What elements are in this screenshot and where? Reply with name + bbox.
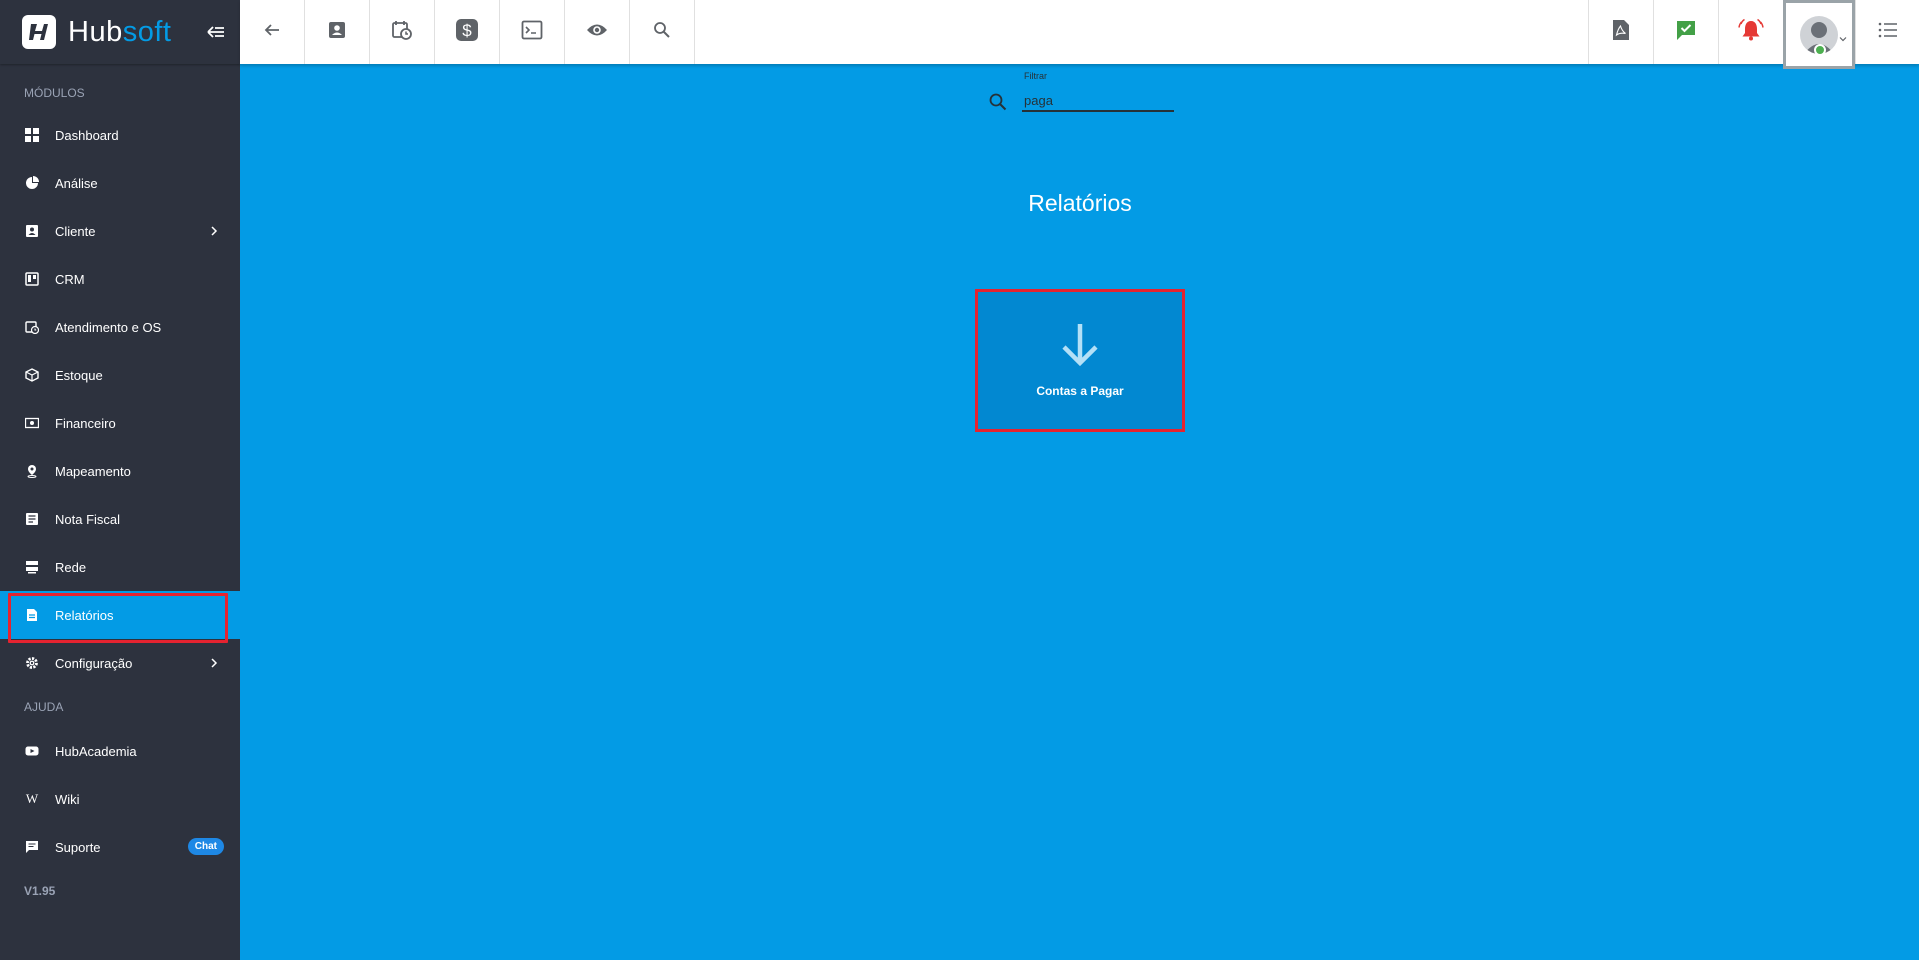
sidebar-item-label: Atendimento e OS (55, 319, 162, 335)
package-icon (24, 367, 40, 383)
collapse-sidebar-icon[interactable] (206, 22, 226, 42)
sidebar-item-nota-fiscal[interactable]: Nota Fiscal (0, 495, 240, 543)
report-icon (24, 607, 40, 623)
chevron-right-icon (206, 223, 222, 239)
search-button[interactable] (630, 0, 695, 64)
section-help: AJUDA (24, 700, 64, 714)
youtube-icon (24, 743, 40, 759)
finance-button[interactable]: $ (435, 0, 500, 64)
page-title: Relatórios (1028, 190, 1132, 216)
chat-badge[interactable]: Chat (187, 838, 224, 855)
sidebar-item-label: Cliente (55, 223, 96, 239)
sidebar-item-wiki[interactable]: W Wiki (0, 775, 240, 823)
back-button[interactable] (240, 0, 305, 64)
sidebar-item-label: Dashboard (55, 127, 119, 143)
sidebar-item-relatorios[interactable]: Relatórios (0, 591, 240, 643)
money-icon (24, 415, 40, 431)
filter-field: Filtrar (986, 70, 1176, 114)
report-card-contas-a-pagar[interactable]: Contas a Pagar (975, 289, 1185, 432)
sidebar-item-label: Financeiro (55, 415, 116, 431)
sidebar-item-configuracao[interactable]: Configuração (0, 639, 240, 687)
alarm-button[interactable] (1718, 0, 1783, 64)
dollar-icon: $ (455, 18, 479, 47)
invoice-icon (24, 511, 40, 527)
brand-name: Hubsoft (68, 16, 171, 49)
version-label: V1.95 (24, 884, 56, 898)
svg-text:$: $ (462, 21, 472, 40)
sidebar-item-label: Nota Fiscal (55, 511, 121, 527)
back-arrow-icon (263, 21, 281, 44)
pdf-button[interactable] (1588, 0, 1653, 64)
filter-input[interactable] (1022, 90, 1174, 112)
hubsoft-logo-icon (22, 15, 56, 49)
brand-soft: soft (122, 15, 172, 48)
arrow-down-icon (1056, 320, 1104, 368)
terminal-icon (521, 20, 543, 45)
pie-chart-icon (24, 175, 40, 191)
terminal-button[interactable] (500, 0, 565, 64)
sidebar-item-label: Suporte (55, 839, 101, 855)
sidebar-item-label: Rede (55, 559, 87, 575)
calendar-clock-icon (24, 319, 40, 335)
server-icon (24, 559, 40, 575)
brand-header: Hubsoft (0, 0, 240, 64)
sidebar-item-cliente[interactable]: Cliente (0, 207, 240, 255)
clients-button[interactable] (305, 0, 370, 64)
sidebar-item-label: Wiki (55, 791, 80, 807)
sidebar-item-label: CRM (55, 271, 85, 287)
sidebar-item-label: Estoque (55, 367, 103, 383)
topbar-right (1588, 0, 1919, 69)
sidebar-item-crm[interactable]: CRM (0, 255, 240, 303)
sidebar-item-hubacademia[interactable]: HubAcademia (0, 727, 240, 775)
chevron-right-icon (206, 655, 222, 671)
eye-icon (586, 22, 608, 43)
sidebar-item-label: Configuração (55, 655, 133, 671)
filter-label: Filtrar (1024, 71, 1047, 81)
sidebar-item-mapeamento[interactable]: Mapeamento (0, 447, 240, 495)
sidebar-item-estoque[interactable]: Estoque (0, 351, 240, 399)
topbar: $ (240, 0, 1919, 69)
wiki-icon: W (25, 791, 39, 806)
sidebar-item-analise[interactable]: Análise (0, 159, 240, 207)
side-menu-button[interactable] (1855, 0, 1919, 64)
sidebar-item-label: Mapeamento (55, 463, 131, 479)
gear-icon (24, 655, 40, 671)
schedule-button[interactable] (370, 0, 435, 64)
chat-icon (24, 839, 40, 855)
calendar-clock-icon (391, 19, 413, 46)
pdf-icon (1612, 19, 1630, 46)
messages-button[interactable] (1653, 0, 1718, 64)
sidebar: Hubsoft MÓDULOS Dashboard Análise Client… (0, 0, 240, 960)
sidebar-item-label: Relatórios (55, 607, 114, 623)
dashboard-icon (24, 127, 40, 143)
sidebar-item-dashboard[interactable]: Dashboard (0, 111, 240, 159)
sidebar-item-financeiro[interactable]: Financeiro (0, 399, 240, 447)
chevron-down-icon (1838, 31, 1848, 49)
kanban-icon (24, 271, 40, 287)
contact-card-icon (327, 20, 347, 45)
chat-check-icon (1675, 19, 1697, 46)
online-status-icon (1814, 44, 1826, 56)
sidebar-item-suporte[interactable]: Suporte Chat (0, 823, 240, 871)
search-icon (653, 21, 671, 44)
sidebar-item-atendimento[interactable]: Atendimento e OS (0, 303, 240, 351)
report-card-label: Contas a Pagar (1036, 384, 1124, 398)
map-pin-icon (24, 463, 40, 479)
view-button[interactable] (565, 0, 630, 64)
sidebar-item-label: Análise (55, 175, 98, 191)
user-menu-button[interactable] (1783, 0, 1855, 69)
contact-card-icon (24, 223, 40, 239)
section-modules: MÓDULOS (24, 85, 85, 100)
search-icon (988, 92, 1008, 112)
sidebar-item-rede[interactable]: Rede (0, 543, 240, 591)
brand-hub: Hub (68, 15, 123, 48)
list-menu-icon (1878, 22, 1898, 43)
sidebar-item-label: HubAcademia (55, 743, 137, 759)
alarm-bell-icon (1738, 18, 1764, 47)
